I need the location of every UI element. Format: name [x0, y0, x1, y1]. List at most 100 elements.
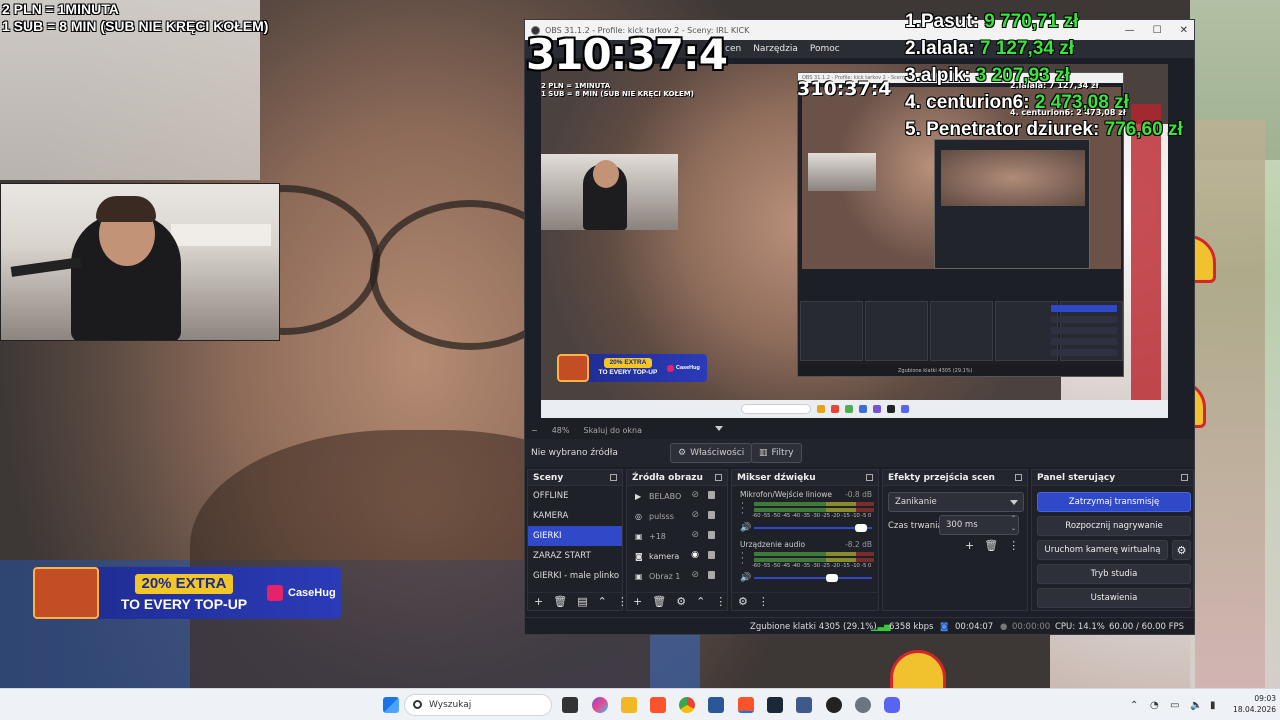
file-explorer-icon[interactable] [621, 697, 637, 713]
globe-icon: ◎ [635, 511, 642, 521]
lock-icon[interactable] [708, 551, 715, 559]
visibility-off-icon[interactable]: ⊘ [691, 490, 699, 500]
discord-icon[interactable] [884, 697, 900, 713]
stop-streaming-button[interactable]: Zatrzymaj transmisję [1037, 492, 1191, 512]
virtual-camera-button[interactable]: Uruchom kamerę wirtualną [1037, 540, 1168, 560]
add-icon[interactable]: + [633, 595, 642, 608]
move-up-icon[interactable]: ⌃ [696, 595, 705, 608]
trash-icon[interactable]: 🗑 [652, 595, 666, 608]
scene-item[interactable]: KAMERA [528, 506, 622, 526]
gear-icon[interactable]: ⚙ [676, 595, 686, 608]
trash-icon[interactable]: 🗑 [984, 539, 998, 552]
source-item[interactable]: ◙ kamera ◉ [627, 546, 727, 566]
scene-item-active[interactable]: GIERKI [528, 526, 622, 546]
more-icon[interactable]: ⋮ [1008, 539, 1019, 552]
store-icon[interactable] [708, 697, 724, 713]
source-item[interactable]: ▣ Obraz 1 ⊘ [627, 566, 727, 586]
advanced-audio-icon[interactable]: ⚙ [738, 595, 748, 608]
visibility-off-icon[interactable]: ⊘ [691, 510, 699, 520]
source-item[interactable]: ▶ BELABO ⊘ [627, 486, 727, 506]
donor-amount: 7 127,34 zł [980, 38, 1075, 59]
nested-status: Zgubione klatki 4305 (29.1%) [798, 365, 1123, 376]
zoom-mode[interactable]: Skaluj do okna [583, 426, 642, 435]
zoom-dropdown-icon[interactable] [715, 426, 723, 431]
start-recording-button[interactable]: Rozpocznij nagrywanie [1037, 516, 1191, 536]
obs-icon[interactable] [826, 697, 842, 713]
promo-line1: 20% EXTRA [135, 573, 233, 594]
lock-icon[interactable] [708, 491, 715, 499]
source-item[interactable]: ◎ pulsss ⊘ [627, 506, 727, 526]
scene-filter-icon[interactable]: ▤ [577, 595, 587, 608]
zoom-out-button[interactable]: − [531, 426, 538, 435]
undock-icon[interactable] [1015, 474, 1022, 481]
duration-stepper-icon[interactable]: ⌃ ⌄ [1011, 514, 1016, 534]
preview-promo-line2: TO EVERY TOP-UP [598, 369, 658, 376]
task-view-icon[interactable] [562, 697, 578, 713]
settings-icon[interactable] [855, 697, 871, 713]
scene-item[interactable]: GIERKI - male plinko [528, 566, 622, 586]
filters-button[interactable]: ▥ Filtry [751, 443, 802, 463]
volume-knob[interactable] [826, 574, 839, 582]
no-source-label: Nie wybrano źródła [531, 448, 618, 458]
more-icon[interactable]: · · · [741, 550, 744, 569]
tray-chevron-icon[interactable]: ⌃ [1130, 700, 1138, 711]
preview-taskbar-icon [817, 405, 825, 413]
leaderboard-row: 5. Penetrator dziurek: 776,60 zł [905, 116, 1183, 143]
app-icon[interactable] [796, 697, 812, 713]
visibility-off-icon[interactable]: ⊘ [691, 570, 699, 580]
lock-icon[interactable] [708, 511, 715, 519]
more-icon[interactable]: ⋮ [758, 595, 769, 608]
visibility-on-icon[interactable]: ◉ [691, 550, 699, 560]
chrome-icon[interactable] [679, 697, 695, 713]
brave-browser-icon[interactable] [650, 697, 666, 713]
move-up-icon[interactable]: ⌃ [598, 595, 607, 608]
more-icon[interactable]: · · · [741, 500, 744, 519]
chevron-down-icon [1010, 500, 1018, 505]
visibility-off-icon[interactable]: ⊘ [691, 530, 699, 540]
meter-scale: -60 -55 -50 -45 -40 -35 -30 -25 -20 -15 … [752, 563, 872, 569]
zoom-level: 48% [551, 425, 570, 435]
system-clock[interactable]: 09:03 18.04.2026 [1228, 693, 1276, 715]
windows-start-icon[interactable] [383, 697, 399, 713]
more-icon[interactable]: ⋮ [715, 595, 726, 608]
source-item[interactable]: ▣ +18 ⊘ [627, 526, 727, 546]
nested-button [1051, 327, 1117, 334]
source-label: Obraz 1 [649, 571, 681, 581]
play-icon: ▶ [635, 491, 642, 501]
tray-app-icon[interactable]: ◔ [1150, 700, 1159, 711]
studio-mode-button[interactable]: Tryb studia [1037, 564, 1191, 584]
add-icon[interactable]: + [534, 595, 543, 608]
gear-icon[interactable]: ⚙ [1172, 540, 1191, 560]
duration-input[interactable]: 300 ms [939, 515, 1019, 535]
menu-item-help[interactable]: Pomoc [810, 44, 840, 54]
speaker-icon[interactable]: 🔊 [740, 573, 751, 583]
volume-icon[interactable]: 🔈 [1190, 700, 1202, 711]
properties-button[interactable]: ⚙ Właściwości [670, 443, 753, 463]
promo-text: 20% EXTRA TO EVERY TOP-UP [109, 573, 259, 614]
brave-active-icon[interactable] [738, 697, 754, 713]
network-icon[interactable]: ▭ [1170, 700, 1179, 711]
volume-knob[interactable] [854, 524, 867, 532]
speaker-icon[interactable]: 🔊 [740, 523, 751, 533]
volume-slider[interactable] [754, 577, 872, 579]
taskbar-search[interactable]: Wyszukaj [404, 694, 552, 716]
lock-icon[interactable] [708, 571, 715, 579]
copilot-icon[interactable] [592, 697, 608, 713]
trash-icon[interactable]: 🗑 [553, 595, 567, 608]
undock-icon[interactable] [715, 474, 722, 481]
transition-select[interactable]: Zanikanie [888, 492, 1024, 512]
undock-icon[interactable] [610, 474, 617, 481]
promo-banner: 20% EXTRA TO EVERY TOP-UP CaseHug [33, 567, 341, 619]
lock-icon[interactable] [708, 531, 715, 539]
settings-button[interactable]: Ustawienia [1037, 588, 1191, 608]
add-icon[interactable]: + [965, 539, 974, 552]
scene-item[interactable]: ZARAZ START [528, 546, 622, 566]
scene-item[interactable]: OFFLINE [528, 486, 622, 506]
menu-item-tools[interactable]: Narzędzia [753, 44, 798, 54]
battery-icon[interactable]: ▮ [1210, 700, 1216, 711]
preview-taskbar [541, 400, 1168, 418]
steam-icon[interactable] [767, 697, 783, 713]
undock-icon[interactable] [866, 474, 873, 481]
menu-item-scenes-partial[interactable]: cen [725, 44, 741, 54]
undock-icon[interactable] [1181, 474, 1188, 481]
